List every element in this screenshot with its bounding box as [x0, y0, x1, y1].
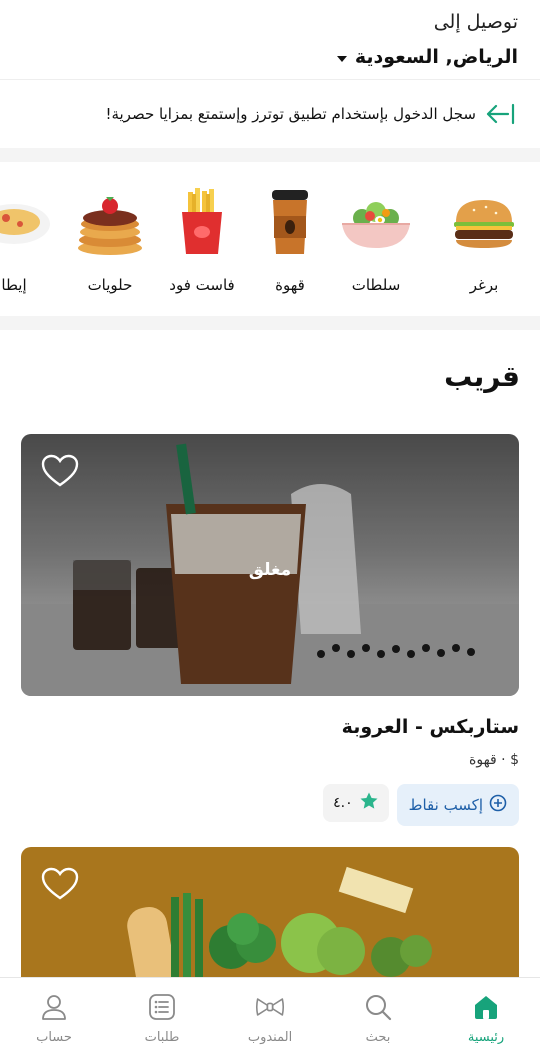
fries-icon: [162, 182, 242, 262]
home-icon: [475, 996, 497, 1019]
category-italian[interactable]: إيطا: [0, 182, 62, 302]
category-label: سلطات: [351, 276, 401, 294]
meta-separator: ·: [501, 752, 506, 768]
earn-points-label: إكسب نقاط: [408, 796, 483, 814]
nav-label: بحث: [365, 1030, 391, 1045]
nav-home[interactable]: رئيسية: [432, 978, 540, 1057]
store-card-image[interactable]: [21, 847, 519, 987]
login-arrow-icon: [486, 102, 516, 126]
orders-list-icon: [149, 994, 175, 1020]
coffee-cup-icon: [250, 182, 330, 262]
nav-label: طلبات: [144, 1030, 180, 1045]
burger-icon: [444, 182, 524, 262]
login-banner[interactable]: سجل الدخول بإستخدام تطبيق توترز وإستمتع …: [0, 80, 540, 148]
category-coffee[interactable]: قهوة: [242, 182, 338, 302]
store-badges: إكسب نقاط ٤.٠: [323, 784, 519, 826]
location-selector[interactable]: الرياض, السعودية: [22, 42, 518, 72]
category-label: إيطا: [1, 276, 27, 294]
user-icon: [42, 995, 66, 1020]
grocery-photo: [127, 866, 432, 987]
nav-search[interactable]: بحث: [324, 978, 432, 1057]
salad-icon: [336, 182, 416, 262]
store-category: قهوة: [469, 752, 497, 768]
nav-courier[interactable]: المندوب: [216, 978, 324, 1057]
earn-points-badge[interactable]: إكسب نقاط: [396, 784, 519, 826]
delivery-header[interactable]: توصيل إلى الرياض, السعودية: [0, 0, 540, 80]
category-salads[interactable]: سلطات: [328, 182, 424, 302]
location-text: الرياض, السعودية: [354, 46, 518, 68]
category-desserts[interactable]: حلويات: [62, 182, 158, 302]
nav-label: حساب: [36, 1030, 72, 1045]
deliver-to-label: توصيل إلى: [433, 11, 518, 33]
favorite-heart-icon[interactable]: [41, 454, 79, 488]
section-divider: [0, 316, 540, 330]
pancake-icon: [70, 182, 150, 262]
category-burger[interactable]: برغر: [436, 182, 532, 302]
search-icon: [366, 995, 392, 1021]
category-label: فاست فود: [169, 276, 235, 294]
store-card-image[interactable]: مغلق: [21, 434, 519, 696]
favorite-heart-icon[interactable]: [41, 867, 79, 901]
rating-value: ٤.٠: [333, 795, 353, 811]
login-banner-text: سجل الدخول بإستخدام تطبيق توترز وإستمتع …: [105, 105, 476, 123]
caret-down-icon: [336, 55, 347, 62]
category-label: حلويات: [87, 276, 133, 294]
nav-label: المندوب: [247, 1030, 293, 1045]
closed-status-label: مغلق: [248, 560, 292, 580]
pasta-icon: [0, 182, 54, 262]
nav-orders[interactable]: طلبات: [108, 978, 216, 1057]
store-meta: $ · قهوة: [469, 752, 519, 768]
store-name[interactable]: ستاربكس - العروبة: [342, 716, 519, 738]
category-carousel[interactable]: برغر سلطات قهوة فاست فود حلويات إيطا: [0, 162, 540, 316]
category-fast-food[interactable]: فاست فود: [154, 182, 250, 302]
rating-badge: ٤.٠: [323, 784, 389, 822]
price-level: $: [510, 752, 519, 768]
section-title: قريب: [444, 360, 520, 393]
star-icon: [359, 791, 379, 815]
section-divider: [0, 148, 540, 162]
nav-label: رئيسية: [467, 1030, 505, 1045]
bottom-navigation: رئيسية بحث المندوب طلبات حساب: [0, 977, 540, 1057]
plus-circle-icon: [489, 794, 507, 816]
category-label: برغر: [469, 276, 499, 294]
bowtie-icon: [255, 998, 285, 1016]
category-label: قهوة: [275, 276, 305, 294]
nav-account[interactable]: حساب: [0, 978, 108, 1057]
